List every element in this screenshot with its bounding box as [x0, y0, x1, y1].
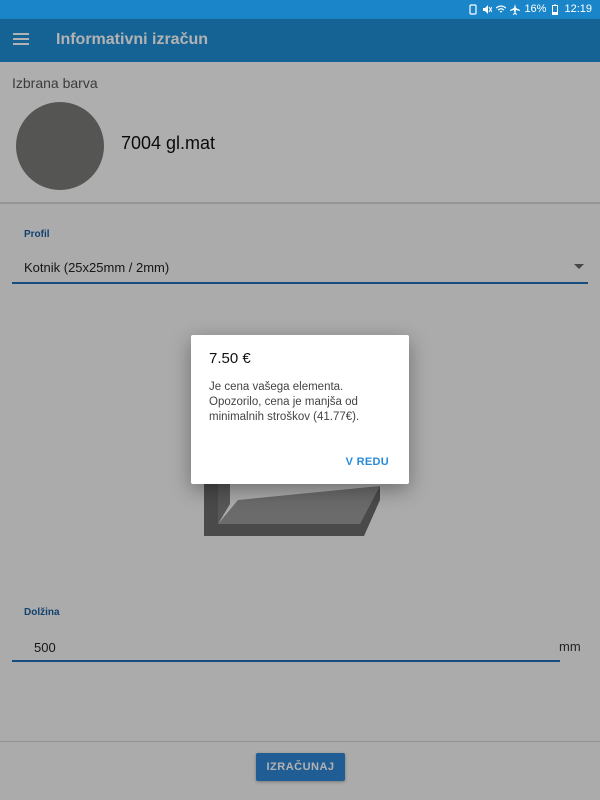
- battery-percent: 16%: [524, 3, 547, 15]
- battery-icon: [552, 4, 559, 15]
- wifi-icon: [496, 4, 507, 12]
- dialog-message: Je cena vašega elementa. Opozorilo, cena…: [209, 381, 360, 423]
- battery-saver-icon: [469, 3, 478, 15]
- clock: 12:19: [564, 3, 592, 15]
- airplane-mode-icon: [510, 3, 521, 15]
- scrim-appbar: [0, 19, 600, 62]
- mute-icon: [483, 4, 493, 14]
- status-bar: 16% 12:19: [0, 0, 600, 19]
- status-icons: 16% 12:19: [468, 3, 592, 15]
- price-dialog: 7.50 € Je cena vašega elementa. Opozoril…: [191, 335, 409, 484]
- ok-button[interactable]: V REDU: [346, 456, 389, 468]
- dialog-title: 7.50 €: [209, 350, 251, 367]
